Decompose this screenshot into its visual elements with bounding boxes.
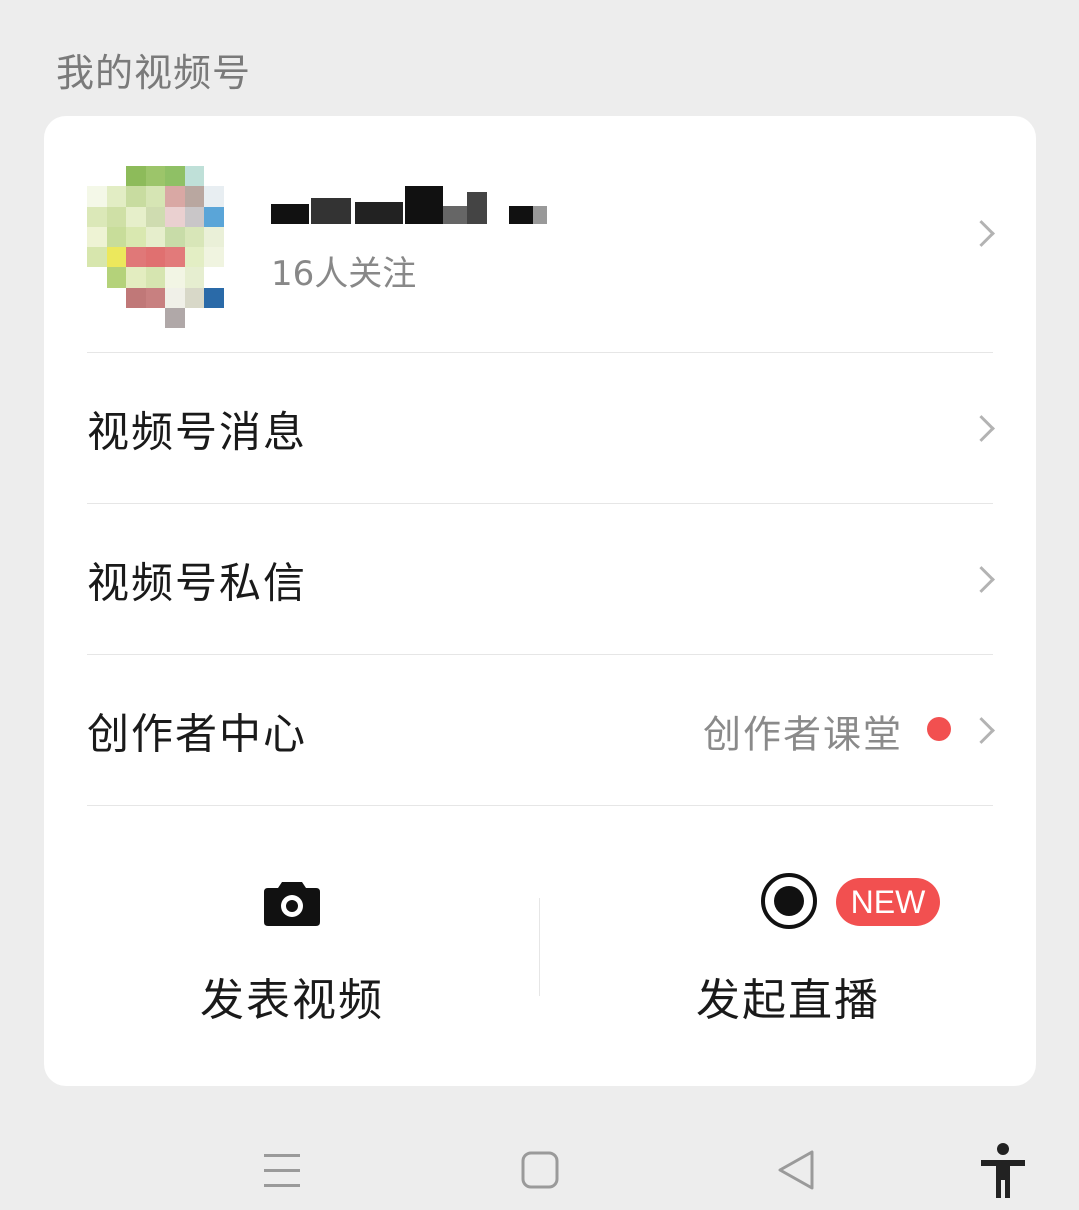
new-badge: NEW	[836, 878, 940, 926]
accessibility-icon[interactable]	[978, 1142, 1028, 1200]
actions-bar: 发表视频 NEW 发起直播	[44, 806, 1036, 1086]
section-title: 我的视频号	[56, 51, 252, 95]
home-square-icon[interactable]	[520, 1150, 560, 1190]
menu-icon[interactable]	[262, 1152, 302, 1190]
chevron-right-icon	[968, 415, 995, 442]
menu-item-label: 视频号私信	[87, 558, 308, 607]
go-live-button[interactable]: NEW 发起直播	[540, 806, 1036, 1086]
post-video-button[interactable]: 发表视频	[44, 806, 540, 1086]
menu-item-label: 创作者中心	[87, 709, 308, 758]
chevron-right-icon	[968, 717, 995, 744]
go-live-label: 发起直播	[696, 975, 880, 1026]
camera-icon	[264, 882, 320, 926]
chevron-right-icon	[968, 566, 995, 593]
follow-count: 16人关注	[271, 254, 417, 294]
menu-item-label: 视频号消息	[87, 407, 308, 456]
creator-class-label: 创作者课堂	[702, 712, 903, 756]
notification-dot	[927, 717, 951, 741]
live-record-icon	[761, 873, 817, 929]
system-navbar	[0, 1120, 1079, 1210]
post-video-label: 发表视频	[200, 975, 384, 1026]
channels-page: 我的视频号 16人关注 视频号消息 视频号私信 创作者中心 创作者课堂 发表视频…	[0, 0, 1079, 1210]
back-triangle-icon[interactable]	[775, 1148, 817, 1192]
menu-item-creator-center[interactable]: 创作者中心 创作者课堂	[87, 655, 995, 806]
menu-item-channel-messages[interactable]: 视频号消息	[87, 353, 995, 504]
profile-name-redacted	[271, 186, 571, 226]
chevron-right-icon	[968, 220, 995, 247]
profile-row[interactable]: 16人关注	[87, 116, 995, 353]
menu-item-private-messages[interactable]: 视频号私信	[87, 504, 995, 655]
channels-card: 16人关注 视频号消息 视频号私信 创作者中心 创作者课堂 发表视频 NEW 发…	[44, 116, 1036, 1086]
avatar	[87, 166, 243, 328]
